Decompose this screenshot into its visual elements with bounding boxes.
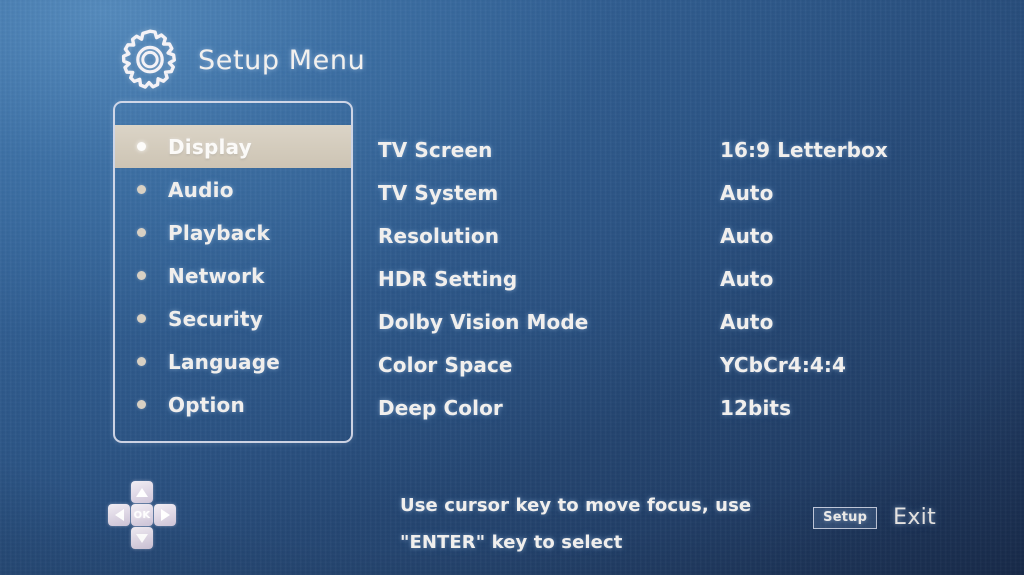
sidebar-item-label: Display	[168, 134, 252, 159]
sidebar-item-display[interactable]: Display	[115, 125, 351, 168]
setting-value[interactable]: Auto	[720, 224, 773, 248]
sidebar-item-list: Display Audio Playback Network Security	[115, 125, 351, 426]
dpad-ok-label: OK	[133, 509, 151, 521]
footer-actions: Setup Exit	[813, 505, 936, 530]
exit-label[interactable]: Exit	[893, 505, 936, 530]
tv-setup-menu-screen: Setup Menu Display Audio Playback Networ…	[0, 0, 1024, 575]
sidebar-item-label: Language	[168, 349, 281, 374]
sidebar-item-label: Security	[168, 306, 263, 331]
setup-button[interactable]: Setup	[813, 506, 878, 529]
bullet-icon	[137, 271, 146, 280]
hint-text: Use cursor key to move focus, use "ENTER…	[400, 487, 760, 561]
setting-value[interactable]: YCbCr4:4:4	[720, 353, 846, 377]
sidebar-item-audio[interactable]: Audio	[115, 168, 351, 211]
bullet-icon	[137, 314, 146, 323]
dpad-down-button[interactable]	[131, 527, 153, 549]
sidebar-item-playback[interactable]: Playback	[115, 211, 351, 254]
sidebar-item-option[interactable]: Option	[115, 383, 351, 426]
dpad-ok-button[interactable]: OK	[131, 504, 153, 526]
setting-value[interactable]: Auto	[720, 310, 773, 334]
sidebar-item-label: Network	[168, 263, 265, 288]
setting-value[interactable]: 12bits	[720, 396, 791, 420]
sidebar-item-label: Audio	[168, 177, 234, 202]
left-arrow-icon	[114, 509, 124, 521]
dpad-control: OK	[106, 479, 178, 551]
page-title: Setup Menu	[198, 44, 366, 76]
hint-line-1: Use cursor key to move focus, use	[400, 495, 752, 516]
hint-line-2: "ENTER" key to select	[400, 532, 623, 553]
gear-icon	[118, 28, 182, 92]
dpad-up-button[interactable]	[131, 481, 153, 503]
setting-value[interactable]: Auto	[720, 267, 773, 291]
bullet-icon	[137, 228, 146, 237]
setting-label: TV Screen	[378, 137, 493, 162]
bullet-icon	[137, 185, 146, 194]
sidebar-item-language[interactable]: Language	[115, 340, 351, 383]
dpad-left-button[interactable]	[108, 504, 130, 526]
down-arrow-icon	[136, 533, 148, 543]
menu-header: Setup Menu	[118, 28, 365, 92]
setting-row-hdr-setting[interactable]: HDR Setting Auto	[378, 257, 938, 300]
right-arrow-icon	[160, 509, 170, 521]
sidebar-item-label: Option	[168, 392, 245, 417]
setting-row-dolby-vision-mode[interactable]: Dolby Vision Mode Auto	[378, 300, 938, 343]
setting-label: Resolution	[378, 223, 500, 248]
setting-row-tv-system[interactable]: TV System Auto	[378, 171, 938, 214]
setting-label: Dolby Vision Mode	[378, 309, 589, 334]
sidebar-item-security[interactable]: Security	[115, 297, 351, 340]
setting-label: TV System	[378, 180, 499, 205]
dpad-right-button[interactable]	[154, 504, 176, 526]
setting-value[interactable]: Auto	[720, 181, 773, 205]
sidebar-item-network[interactable]: Network	[115, 254, 351, 297]
setting-row-deep-color[interactable]: Deep Color 12bits	[378, 386, 938, 429]
settings-list: TV Screen 16:9 Letterbox TV System Auto …	[378, 128, 938, 429]
setting-label: Color Space	[378, 352, 513, 377]
setting-row-tv-screen[interactable]: TV Screen 16:9 Letterbox	[378, 128, 938, 171]
bullet-icon	[137, 357, 146, 366]
bullet-icon	[137, 400, 146, 409]
sidebar-item-label: Playback	[168, 220, 271, 245]
bullet-icon	[137, 142, 146, 151]
setting-row-color-space[interactable]: Color Space YCbCr4:4:4	[378, 343, 938, 386]
category-sidebar: Display Audio Playback Network Security	[113, 101, 353, 443]
setting-value[interactable]: 16:9 Letterbox	[720, 138, 888, 162]
up-arrow-icon	[136, 487, 148, 497]
setting-row-resolution[interactable]: Resolution Auto	[378, 214, 938, 257]
setting-label: Deep Color	[378, 395, 503, 420]
setting-label: HDR Setting	[378, 266, 518, 291]
